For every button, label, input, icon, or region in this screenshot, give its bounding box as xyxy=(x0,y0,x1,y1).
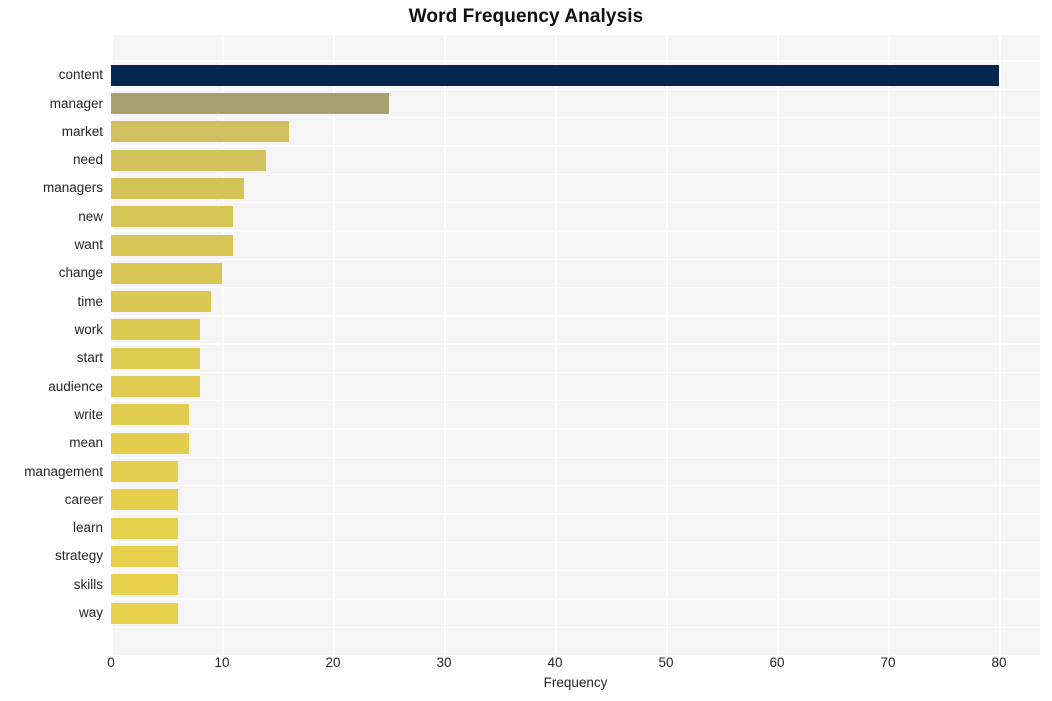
y-gridline xyxy=(111,343,1040,345)
y-gridline xyxy=(111,201,1040,204)
x-axis-tick-label: 0 xyxy=(107,655,115,670)
y-axis-tick-label: change xyxy=(58,265,103,281)
x-axis-tick-label: 40 xyxy=(547,655,563,670)
bar xyxy=(111,432,189,454)
y-gridline xyxy=(111,230,1040,232)
x-axis-tick-label: 20 xyxy=(325,655,341,670)
bar xyxy=(111,404,189,426)
y-axis-tick-label: need xyxy=(72,152,103,168)
x-gridline xyxy=(555,35,557,655)
bar xyxy=(111,121,289,143)
y-gridline xyxy=(111,541,1040,543)
y-gridline xyxy=(111,60,1040,62)
bar xyxy=(111,93,389,114)
bar xyxy=(111,602,178,624)
y-gridline xyxy=(111,513,1040,515)
y-axis-tick-label: learn xyxy=(72,520,103,536)
y-gridline xyxy=(111,258,1040,260)
x-axis-tick-labels: 0 10 20 30 40 50 60 70 80 xyxy=(0,655,1052,677)
y-gridline xyxy=(111,400,1040,402)
bar xyxy=(111,291,211,313)
y-axis-tick-label: manager xyxy=(49,95,103,111)
x-axis-tick-label: 50 xyxy=(658,655,674,670)
x-axis-tick-label: 30 xyxy=(436,655,452,670)
bar xyxy=(111,206,234,228)
bar xyxy=(111,319,200,341)
x-gridline xyxy=(999,35,1001,655)
x-axis-label: Frequency xyxy=(543,675,608,690)
y-gridline xyxy=(111,371,1040,374)
bar xyxy=(111,347,200,369)
bar xyxy=(111,489,178,511)
y-axis-tick-label: time xyxy=(77,293,103,309)
y-axis-tick-labels: content manager market need managers new want c… xyxy=(0,35,103,655)
y-gridline xyxy=(111,626,1040,628)
y-axis-tick-label: start xyxy=(76,350,103,366)
x-gridline xyxy=(777,35,779,655)
y-axis-tick-label: want xyxy=(74,237,103,253)
x-gridline xyxy=(666,35,668,655)
y-gridline xyxy=(111,485,1040,487)
x-axis-tick-label: 10 xyxy=(214,655,230,670)
y-gridline xyxy=(111,428,1040,430)
bar xyxy=(111,149,267,171)
y-axis-tick-label: mean xyxy=(69,435,103,451)
x-gridline xyxy=(333,35,335,655)
x-axis-tick-label: 70 xyxy=(880,655,896,670)
x-axis-tick-label: 80 xyxy=(991,655,1007,670)
y-gridline xyxy=(111,88,1040,91)
bar xyxy=(111,64,999,86)
y-gridline xyxy=(111,569,1040,572)
chart-figure: Word Frequency Analysis content manager ma… xyxy=(0,0,1052,701)
bar xyxy=(111,545,178,567)
bar xyxy=(111,376,200,398)
x-gridline xyxy=(444,35,446,655)
x-axis-tick-label: 60 xyxy=(769,655,785,670)
chart-title: Word Frequency Analysis xyxy=(408,6,644,27)
y-axis-tick-label: career xyxy=(64,491,103,507)
y-axis-tick-label: new xyxy=(78,208,103,224)
y-axis-tick-label: write xyxy=(74,406,103,422)
bar xyxy=(111,461,178,483)
bar xyxy=(111,177,245,199)
y-gridline xyxy=(111,456,1040,459)
y-axis-tick-label: management xyxy=(24,463,103,479)
y-gridline xyxy=(111,315,1040,317)
bar xyxy=(111,517,178,539)
y-gridline xyxy=(111,598,1040,600)
y-gridline xyxy=(111,286,1040,289)
y-axis-tick-label: managers xyxy=(42,180,103,196)
plot-area xyxy=(111,35,1040,655)
y-gridline xyxy=(111,116,1040,119)
y-gridline xyxy=(111,173,1040,175)
y-axis-tick-label: content xyxy=(58,67,103,83)
y-axis-tick-label: audience xyxy=(48,378,103,394)
bar xyxy=(111,262,222,284)
y-gridline xyxy=(111,145,1040,147)
y-axis-tick-label: work xyxy=(74,321,103,337)
x-gridline xyxy=(888,35,890,655)
y-axis-tick-label: strategy xyxy=(54,548,103,564)
y-axis-tick-label: market xyxy=(61,123,103,139)
y-axis-tick-label: way xyxy=(78,605,103,621)
bar xyxy=(111,234,234,256)
y-axis-tick-label: skills xyxy=(73,576,103,592)
bar xyxy=(111,574,178,596)
